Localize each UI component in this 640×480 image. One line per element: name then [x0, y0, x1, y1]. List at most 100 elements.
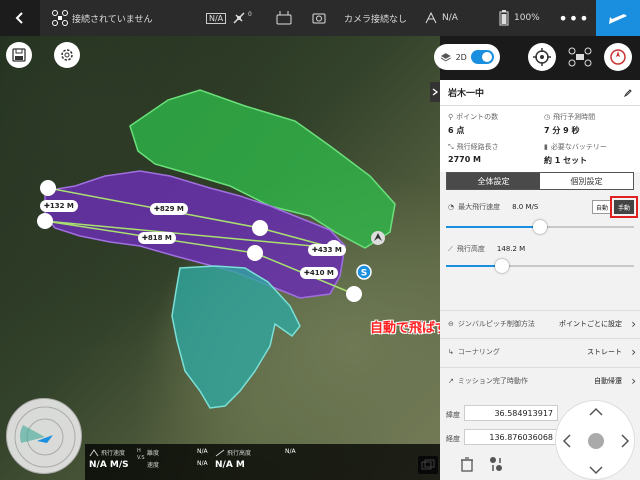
longitude-input[interactable]: 136.876036068 [464, 429, 558, 445]
trash-icon [461, 457, 473, 472]
hdist-label: 離度 [147, 450, 160, 457]
pin-icon: ⚲ [448, 113, 454, 121]
max-speed-label-wrap: ◔ 最大飛行速度 8.0 M/S [448, 202, 538, 212]
battery-icon [499, 10, 509, 26]
gimbal-icon: ⊖ [448, 320, 454, 328]
position-joystick[interactable] [555, 400, 635, 480]
locate-button[interactable] [528, 43, 556, 71]
save-icon [12, 48, 26, 62]
distance-tag-4: ✚ 433 M [308, 244, 346, 256]
altitude-slider-fill [446, 265, 503, 267]
battery-small-icon: ▮ [544, 143, 548, 151]
row-cornering[interactable]: ↳ コーナリング ストレート › [440, 338, 640, 364]
crosshair-icon [533, 48, 551, 66]
svg-text:S: S [361, 269, 367, 279]
gimbal-value: ポイントごとに設定 [559, 320, 622, 328]
altitude-setting-icon: ⟋ [448, 244, 453, 253]
settings-button[interactable] [54, 42, 80, 68]
vs-markers: H V.S [137, 448, 145, 461]
latitude-input[interactable]: 36.584913917 [464, 405, 558, 421]
distance-tag-1: ✚ 132 M [40, 200, 78, 212]
radar-compass [6, 398, 82, 474]
time-value: 7 分 9 秒 [544, 126, 580, 135]
altitude-icon [215, 449, 225, 457]
max-speed-slider-knob[interactable] [533, 220, 547, 234]
back-button[interactable] [0, 0, 40, 36]
drone-icon [52, 10, 68, 26]
battery-label: 必要なバッテリー [550, 143, 607, 151]
vspeed-value: N/A [197, 460, 208, 467]
speed-auto-button[interactable]: 自動 [592, 200, 612, 214]
camera-status: カメラ接続なし [312, 0, 407, 36]
toggle-2d-switch[interactable] [470, 50, 494, 64]
camera-icon [312, 13, 326, 24]
speed-label: 飛行速度 [101, 450, 126, 457]
chevron-right-icon: › [631, 317, 636, 331]
drone-view-icon [568, 47, 592, 67]
more-menu-button[interactable]: ••• [554, 0, 594, 36]
save-mission-button[interactable] [6, 42, 32, 68]
settings-tabs: 全体設定 個別設定 [446, 172, 634, 190]
waypoint-6 [346, 286, 362, 302]
longitude-field: 経度 136.876036068 [444, 429, 558, 447]
camera-status-text: カメラ接続なし [344, 14, 408, 25]
distance-tag-3: ✚ 818 M [138, 232, 176, 244]
latitude-label: 緯度 [446, 411, 460, 419]
altitude-setting-value: 148.2 M [496, 245, 526, 253]
tab-individual[interactable]: 個別設定 [540, 173, 633, 189]
aircraft-view-button[interactable] [566, 43, 594, 71]
time-label: 飛行予測時間 [553, 113, 596, 121]
hdist-value: N/A [197, 448, 208, 455]
edit-icon[interactable] [624, 88, 632, 97]
speed-manual-button[interactable]: 手動 [610, 196, 638, 218]
panel-collapse-handle[interactable] [430, 82, 440, 102]
stat-time: ◷ 飛行予測時間 7 分 9 秒 [544, 112, 640, 136]
toggle-2d-label: 2D [455, 52, 467, 62]
row-finish-action[interactable]: ↗ ミッション完了時動作 自動帰還 › [440, 367, 640, 393]
battery-status: 100% [498, 0, 540, 36]
clock-icon: ◷ [544, 113, 551, 121]
altitude-value: N/A M [215, 460, 245, 470]
flight-mode-icon [425, 11, 437, 24]
gps-label: N/A [206, 12, 227, 24]
waypoint-2 [37, 213, 53, 229]
route-icon: ⤡ [448, 142, 454, 151]
altitude-setting: ⟋ 飛行高度 148.2 M [440, 240, 640, 286]
distance-tag-2: ✚ 829 M [150, 203, 188, 215]
speed-value: N/A M/S [89, 460, 129, 470]
waypoint-settings-button[interactable] [488, 456, 504, 472]
battery-value: 約 1 セット [544, 156, 588, 165]
max-speed-setting: ◔ 最大飛行速度 8.0 M/S 自動 手動 [440, 196, 640, 244]
more-icon: ••• [558, 8, 590, 28]
distance-tag-5: ✚ 410 M [300, 267, 338, 279]
distance-value-4: 433 M [317, 246, 342, 254]
length-label: 飛行経路長さ [456, 143, 499, 151]
gear-icon [61, 49, 73, 61]
speedometer-icon: ◔ [448, 203, 455, 211]
cornering-icon: ↳ [448, 348, 454, 356]
cornering-value: ストレート [587, 348, 622, 356]
altitude-slider-knob[interactable] [495, 259, 510, 273]
annotation-text: 自動で飛ばず、2m付近でホバリング [370, 321, 440, 336]
row-gimbal-pitch[interactable]: ⊖ ジンバルピッチ制御方法 ポイントごとに設定 › [440, 310, 640, 336]
latitude-field: 緯度 36.584913917 [444, 405, 558, 423]
max-speed-label: 最大飛行速度 [458, 203, 501, 211]
waypoint-1 [40, 180, 56, 196]
compass-button[interactable] [604, 43, 632, 71]
tab-overall[interactable]: 全体設定 [447, 173, 540, 189]
takeoff-button[interactable] [596, 0, 640, 36]
finish-label: ミッション完了時動作 [457, 377, 528, 385]
cornering-label: コーナリング [457, 348, 500, 356]
stat-battery: ▮ 必要なバッテリー 約 1 セット [544, 142, 640, 166]
compass-icon [610, 49, 626, 65]
delete-button[interactable] [460, 456, 476, 472]
map-2d-toggle[interactable]: 2D [434, 44, 500, 70]
distance-value-5: 410 M [309, 269, 334, 277]
remote-controller-icon [276, 11, 292, 25]
gimbal-label: ジンバルピッチ制御方法 [457, 320, 535, 328]
stat-length: ⤡ 飛行経路長さ 2770 M [448, 142, 544, 165]
altitude-setting-label: 飛行高度 [456, 245, 485, 253]
chevron-right-icon [432, 88, 438, 96]
airplane-icon [609, 14, 627, 24]
telemetry-bar: 飛行速度 N/A M/S H V.S 離度 N/A 速度 N/A 飛行高度 N/A… [85, 444, 440, 480]
